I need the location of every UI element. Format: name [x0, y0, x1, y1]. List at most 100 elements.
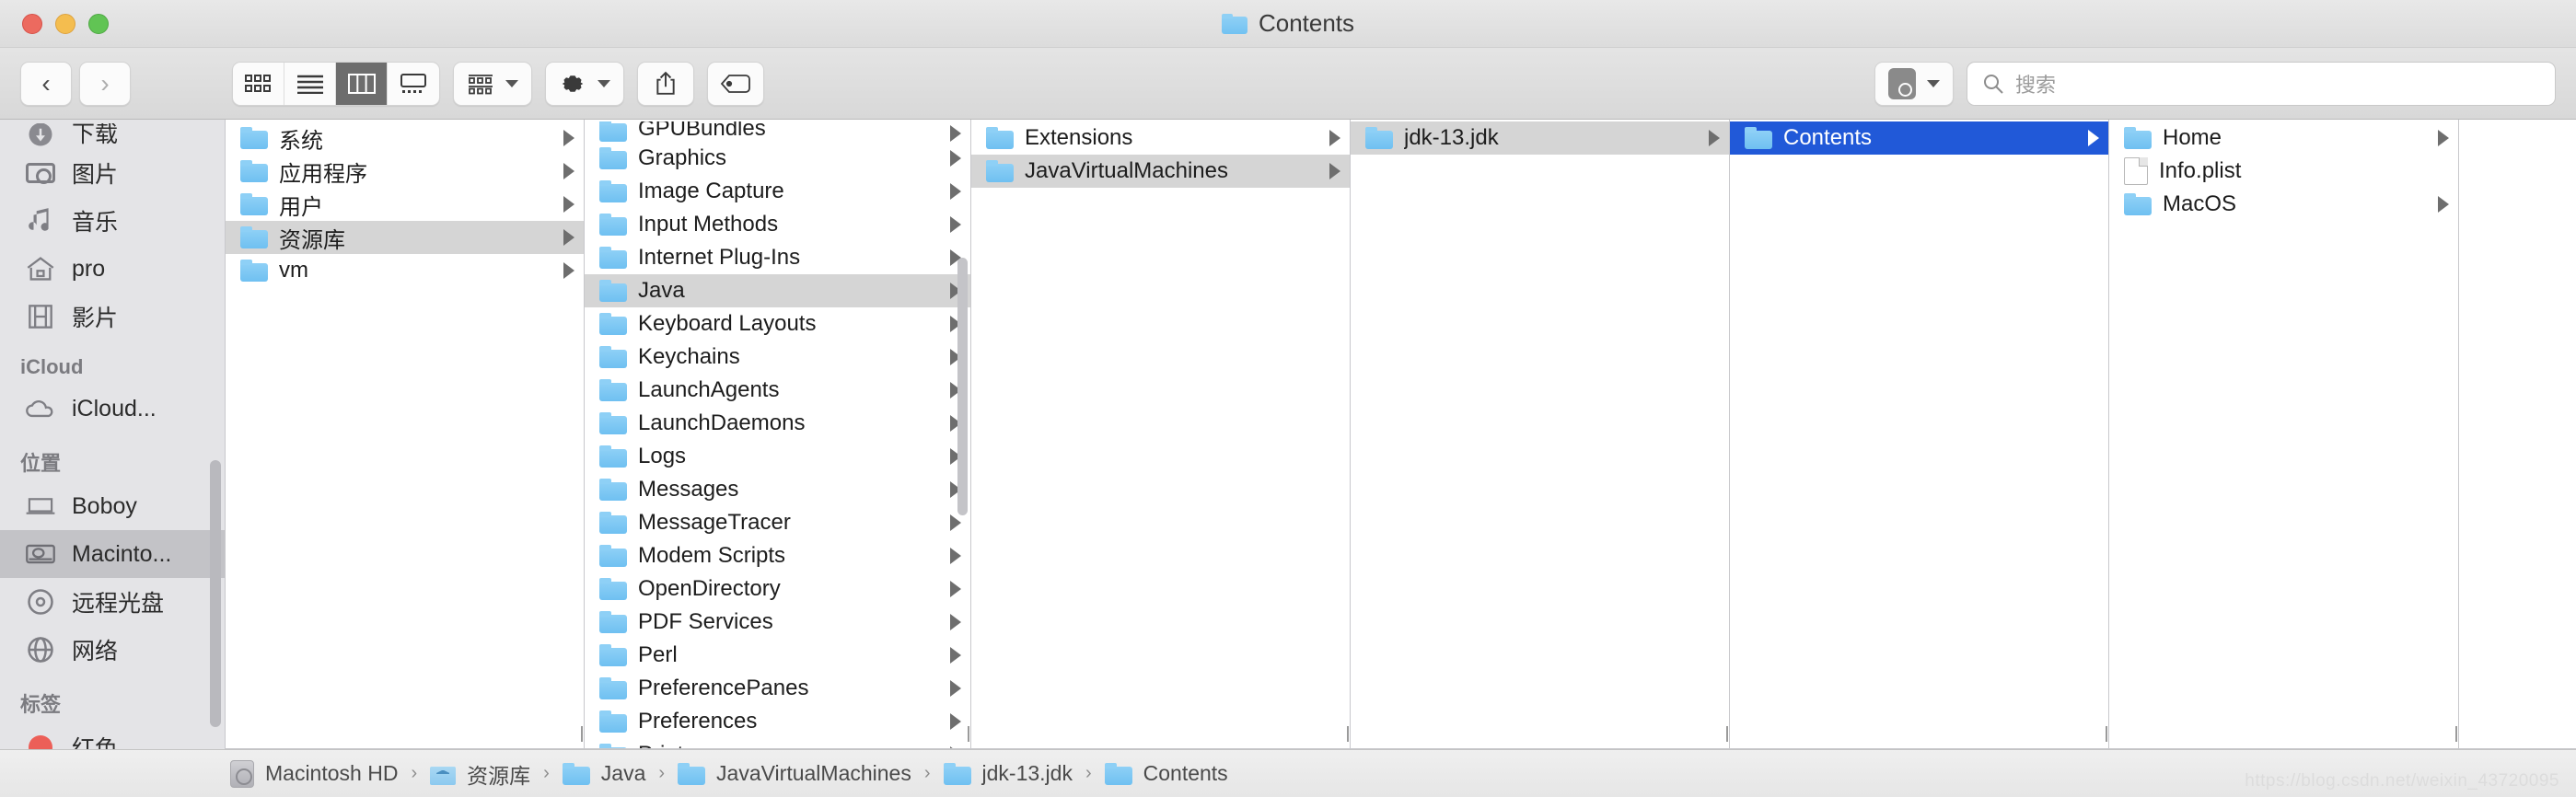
disclosure-arrow-icon[interactable] — [950, 614, 961, 630]
list-item[interactable]: Keyboard Layouts — [585, 307, 970, 341]
close-button[interactable] — [22, 13, 42, 34]
search-field[interactable]: 搜索 — [1967, 61, 2556, 106]
list-item[interactable]: Printers — [585, 738, 970, 748]
tags-button[interactable] — [707, 61, 764, 106]
sidebar-item-movies[interactable]: 影片 — [0, 293, 225, 341]
sidebar-item-music[interactable]: 音乐 — [0, 197, 225, 245]
column-root: 系统 应用程序 用户 资源库 vm — [226, 120, 585, 748]
column-view-button[interactable] — [336, 62, 388, 105]
zoom-button[interactable] — [88, 13, 109, 34]
list-item-selected[interactable]: Java — [585, 274, 970, 307]
disclosure-arrow-icon[interactable] — [950, 680, 961, 697]
disclosure-arrow-icon[interactable] — [2438, 130, 2449, 146]
list-item[interactable]: Messages — [585, 473, 970, 506]
forward-button[interactable]: › — [79, 61, 131, 106]
list-item[interactable]: LaunchDaemons — [585, 407, 970, 440]
sidebar-item-downloads[interactable]: 下载 — [0, 123, 225, 149]
list-item[interactable]: Logs — [585, 440, 970, 473]
disclosure-arrow-icon[interactable] — [563, 130, 574, 146]
breadcrumb-item-javavirtualmachines[interactable]: JavaVirtualMachines — [678, 761, 911, 786]
gallery-view-button[interactable] — [388, 63, 439, 105]
column-resize-handle[interactable] — [963, 724, 970, 743]
disclosure-arrow-icon[interactable] — [950, 548, 961, 564]
list-item[interactable]: Extensions — [971, 121, 1350, 155]
list-item-selected[interactable]: JavaVirtualMachines — [971, 155, 1350, 188]
sidebar-item-remote-disc[interactable]: 远程光盘 — [0, 578, 225, 626]
disclosure-arrow-icon[interactable] — [563, 163, 574, 179]
list-view-button[interactable] — [284, 62, 336, 105]
disclosure-arrow-icon[interactable] — [1709, 130, 1720, 146]
group-by-button[interactable] — [453, 61, 532, 106]
search-input[interactable]: 搜索 — [2015, 69, 2056, 98]
list-item-selected[interactable]: 资源库 — [226, 221, 584, 254]
list-item[interactable]: PreferencePanes — [585, 672, 970, 705]
disclosure-arrow-icon[interactable] — [950, 581, 961, 597]
column-resize-handle[interactable] — [2451, 724, 2458, 743]
disclosure-arrow-icon[interactable] — [950, 647, 961, 664]
sidebar-item-home[interactable]: pro — [0, 245, 225, 293]
item-label: Logs — [638, 444, 687, 468]
back-button[interactable]: ‹ — [20, 61, 72, 106]
disclosure-arrow-icon[interactable] — [950, 746, 961, 748]
list-item-selected[interactable]: Contents — [1730, 121, 2108, 155]
column-resize-handle[interactable] — [1722, 724, 1729, 743]
share-button[interactable] — [637, 61, 694, 106]
list-item[interactable]: Keychains — [585, 341, 970, 374]
column-resize-handle[interactable] — [1342, 724, 1350, 743]
folder-icon — [599, 710, 627, 733]
disclosure-arrow-icon[interactable] — [950, 713, 961, 730]
list-item[interactable]: Input Methods — [585, 208, 970, 241]
list-item[interactable]: Preferences — [585, 705, 970, 738]
disclosure-arrow-icon[interactable] — [563, 229, 574, 246]
minimize-button[interactable] — [55, 13, 75, 34]
disclosure-arrow-icon[interactable] — [1329, 130, 1340, 146]
list-item[interactable]: Internet Plug-Ins — [585, 241, 970, 274]
list-item[interactable]: Image Capture — [585, 175, 970, 208]
disclosure-arrow-icon[interactable] — [950, 150, 961, 167]
disclosure-arrow-icon[interactable] — [950, 183, 961, 200]
icon-view-button[interactable] — [233, 62, 284, 105]
list-item[interactable]: Home — [2109, 121, 2458, 155]
disclosure-arrow-icon[interactable] — [950, 514, 961, 531]
disclosure-arrow-icon[interactable] — [2438, 196, 2449, 213]
disclosure-arrow-icon[interactable] — [563, 196, 574, 213]
list-item[interactable]: 系统 — [226, 121, 584, 155]
disclosure-arrow-icon[interactable] — [1329, 163, 1340, 179]
sidebar-item-pictures[interactable]: 图片 — [0, 149, 225, 197]
sidebar-item-macintosh-hd[interactable]: Macinto... — [0, 530, 225, 578]
list-item[interactable]: 应用程序 — [226, 155, 584, 188]
disclosure-arrow-icon[interactable] — [563, 262, 574, 279]
list-item[interactable]: MacOS — [2109, 188, 2458, 221]
breadcrumb-item-macintosh-hd[interactable]: Macintosh HD — [230, 759, 398, 788]
disclosure-arrow-icon[interactable] — [950, 216, 961, 233]
list-item[interactable]: OpenDirectory — [585, 572, 970, 606]
column-resize-handle[interactable] — [576, 724, 584, 743]
sidebar-scrollbar[interactable] — [210, 460, 221, 727]
sidebar-item-icloud-drive[interactable]: iCloud... — [0, 385, 225, 433]
breadcrumb-item-java[interactable]: Java — [562, 761, 645, 786]
sidebar-item-network[interactable]: 网络 — [0, 626, 225, 674]
list-item[interactable]: GPUBundles — [585, 121, 970, 142]
list-item[interactable]: Graphics — [585, 142, 970, 175]
list-item[interactable]: LaunchAgents — [585, 374, 970, 407]
breadcrumb-item-library[interactable]: 资源库 — [430, 758, 530, 790]
list-item[interactable]: Modem Scripts — [585, 539, 970, 572]
sidebar-item-tag-red[interactable]: 红色 — [0, 723, 225, 749]
sidebar-item-boboy[interactable]: Boboy — [0, 482, 225, 530]
breadcrumb-item-contents[interactable]: Contents — [1104, 761, 1228, 786]
breadcrumb-item-jdk[interactable]: jdk-13.jdk — [943, 761, 1073, 786]
list-item-selected[interactable]: jdk-13.jdk — [1351, 121, 1729, 155]
column-scrollbar[interactable] — [957, 258, 968, 515]
list-item[interactable]: Perl — [585, 639, 970, 672]
quick-actions-button[interactable] — [1874, 61, 1954, 106]
action-gear-button[interactable] — [545, 61, 624, 106]
disclosure-arrow-icon[interactable] — [2088, 130, 2099, 146]
list-item[interactable]: Info.plist — [2109, 155, 2458, 188]
list-item[interactable]: vm — [226, 254, 584, 287]
list-item[interactable]: MessageTracer — [585, 506, 970, 539]
folder-icon — [599, 247, 627, 269]
disclosure-arrow-icon[interactable] — [950, 125, 961, 142]
list-item[interactable]: PDF Services — [585, 606, 970, 639]
column-resize-handle[interactable] — [2101, 724, 2108, 743]
list-item[interactable]: 用户 — [226, 188, 584, 221]
